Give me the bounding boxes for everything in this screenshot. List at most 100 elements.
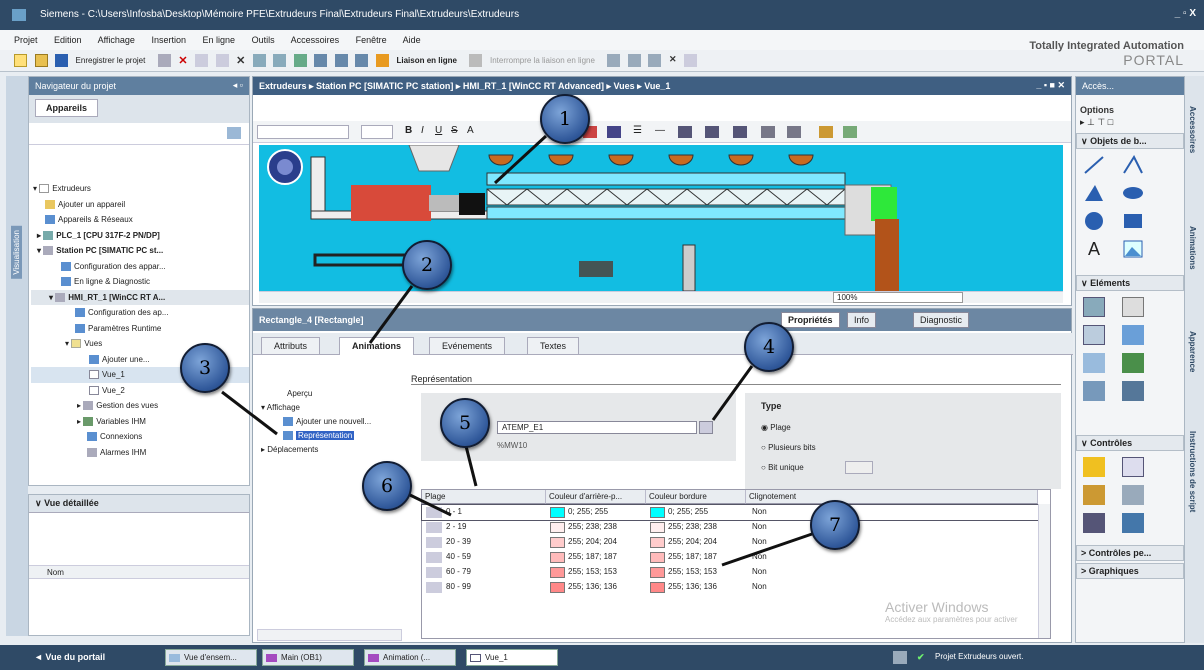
range-cell[interactable]: 20 - 39 <box>446 537 471 546</box>
accessible-devices-icon[interactable] <box>607 54 621 67</box>
user-view-icon[interactable] <box>1083 485 1105 505</box>
range-cell[interactable]: 40 - 59 <box>446 552 471 561</box>
simulation-icon[interactable] <box>355 54 369 67</box>
align-icon[interactable]: ☰ <box>633 125 642 136</box>
io-field-icon[interactable] <box>1083 297 1105 317</box>
type-single-bit[interactable]: ○ Bit unique <box>761 463 804 472</box>
col-bg-color[interactable]: Couleur d'arrière-p... <box>546 490 646 504</box>
bg-color-swatch[interactable] <box>550 507 565 518</box>
blink-cell[interactable]: Non <box>752 507 767 516</box>
cross-reference-icon[interactable] <box>627 54 641 67</box>
date-time-icon[interactable] <box>1083 353 1105 373</box>
redo-icon[interactable] <box>273 54 287 67</box>
menu-edition[interactable]: Edition <box>54 35 82 45</box>
tree-item[interactable]: Appareils & Réseaux <box>31 212 249 228</box>
save-icon[interactable] <box>55 54 69 67</box>
bg-color-swatch[interactable] <box>550 522 565 533</box>
detail-view-header[interactable]: ∨ Vue détaillée <box>29 495 249 513</box>
tree-item[interactable]: Alarmes IHM <box>31 445 249 461</box>
go-offline-icon[interactable] <box>469 54 483 67</box>
blink-cell[interactable]: Non <box>752 522 767 531</box>
arrange-icon[interactable] <box>678 126 692 138</box>
visualisation-tab[interactable]: Visualisation <box>11 226 22 279</box>
border-color-cell[interactable]: 255; 153; 153 <box>668 567 717 576</box>
bg-color-cell[interactable]: 255; 204; 204 <box>568 537 617 546</box>
window-controls[interactable]: _ ▫ X <box>1175 8 1196 19</box>
taskbar-main-ob1[interactable]: Main (OB1) <box>262 649 354 666</box>
bar-icon[interactable] <box>1121 353 1144 373</box>
tree-item[interactable]: Ajouter un appareil <box>31 197 249 213</box>
close-editor-icon[interactable]: ✕ <box>669 54 677 67</box>
portal-view-button[interactable]: ◄ Vue du portail <box>34 652 105 662</box>
text-tool-icon[interactable]: A <box>1083 239 1105 259</box>
tab-evenements[interactable]: Evénements <box>429 337 506 355</box>
tab-attributs[interactable]: Attributs <box>261 337 321 355</box>
border-color-swatch[interactable] <box>650 507 665 518</box>
tree-item[interactable]: ▸ Gestion des vues <box>31 398 249 414</box>
go-online-button[interactable]: Liaison en ligne <box>397 56 457 65</box>
border-color-swatch[interactable] <box>650 537 665 548</box>
tree-item[interactable]: En ligne & Diagnostic <box>31 274 249 290</box>
collapse-icon[interactable]: ◂ ▫ <box>233 80 243 91</box>
range-cell[interactable]: 60 - 79 <box>446 567 471 576</box>
bg-color-swatch[interactable] <box>550 552 565 563</box>
menu-affichage[interactable]: Affichage <box>98 35 135 45</box>
menu-outils[interactable]: Outils <box>252 35 275 45</box>
font-size-up-icon[interactable]: A <box>467 125 474 136</box>
grid-icon[interactable] <box>761 126 775 138</box>
row-selector[interactable] <box>426 522 442 533</box>
col-blink[interactable]: Clignotement <box>746 490 1038 504</box>
tree-item[interactable]: Configuration des appar... <box>31 259 249 275</box>
layers-icon[interactable] <box>787 126 801 138</box>
taskbar-overview[interactable]: Vue d'ensem... <box>165 649 257 666</box>
tree-add-animation[interactable]: Ajouter une nouvell... <box>257 417 397 431</box>
rectangle-tool-icon[interactable] <box>1122 211 1144 231</box>
tab-properties[interactable]: Propriétés <box>781 312 840 328</box>
blink-cell[interactable]: Non <box>752 567 767 576</box>
close-x-icon[interactable]: ✕ <box>236 54 245 67</box>
bold-icon[interactable]: B <box>405 125 412 136</box>
section-elements[interactable]: ∨ Eléments <box>1076 275 1184 291</box>
table-scrollbar[interactable] <box>1038 504 1050 638</box>
tab-textes[interactable]: Textes <box>527 337 580 355</box>
menu-accessoires[interactable]: Accessoires <box>291 35 340 45</box>
type-plage[interactable]: ◉ Plage <box>761 423 791 432</box>
blink-cell[interactable]: Non <box>752 582 767 591</box>
go-offline-button[interactable]: Interrompre la liaison en ligne <box>490 56 595 65</box>
print-icon[interactable] <box>157 54 171 67</box>
alarm-view-icon[interactable] <box>1083 457 1105 477</box>
menu-insertion[interactable]: Insertion <box>151 35 186 45</box>
tree-item[interactable]: ▾ Station PC [SIMATIC PC st... <box>31 243 249 259</box>
split-editor-icon[interactable] <box>648 54 662 67</box>
strip-tab-animations[interactable]: Animations <box>1188 226 1197 270</box>
border-color-cell[interactable]: 0; 255; 255 <box>668 507 708 516</box>
border-color-cell[interactable]: 255; 136; 136 <box>668 582 717 591</box>
strip-tab-instructions[interactable]: Instructions de script <box>1188 431 1197 512</box>
tag-browse-button[interactable] <box>699 421 713 434</box>
table-row[interactable]: 80 - 99 255; 136; 136 255; 136; 136 Non <box>422 580 1038 595</box>
strip-tab-apparence[interactable]: Apparence <box>1188 331 1197 372</box>
bit-number-spinner[interactable] <box>845 461 873 474</box>
button-element-icon[interactable] <box>1121 297 1144 317</box>
row-selector[interactable] <box>426 507 442 518</box>
status-monitor-icon[interactable] <box>893 651 907 664</box>
symbol-library-icon[interactable] <box>1121 381 1144 401</box>
hmi-screen-canvas[interactable] <box>259 145 1063 291</box>
graphic-io-icon[interactable] <box>1121 325 1144 345</box>
tree-item[interactable]: ▸ Variables IHM <box>31 414 249 430</box>
menu-en-ligne[interactable]: En ligne <box>203 35 236 45</box>
zoom-level[interactable]: 100% <box>833 292 963 303</box>
cut-icon[interactable] <box>195 54 209 67</box>
tab-appareils[interactable]: Appareils <box>35 99 99 117</box>
row-selector[interactable] <box>426 537 442 548</box>
bg-color-cell[interactable]: 255; 187; 187 <box>568 552 617 561</box>
compile-icon[interactable] <box>293 54 307 67</box>
tree-item[interactable]: Connexions <box>31 429 249 445</box>
undo-icon[interactable] <box>252 54 266 67</box>
tools-icon[interactable] <box>819 126 833 138</box>
table-row[interactable]: 0 - 1 0; 255; 255 0; 255; 255 Non <box>421 504 1039 521</box>
tree-apercu[interactable]: Aperçu <box>257 389 397 403</box>
border-color-cell[interactable]: 255; 204; 204 <box>668 537 717 546</box>
save-project-button[interactable]: Enregistrer le projet <box>76 56 146 65</box>
table-row[interactable]: 40 - 59 255; 187; 187 255; 187; 187 Non <box>422 550 1038 565</box>
